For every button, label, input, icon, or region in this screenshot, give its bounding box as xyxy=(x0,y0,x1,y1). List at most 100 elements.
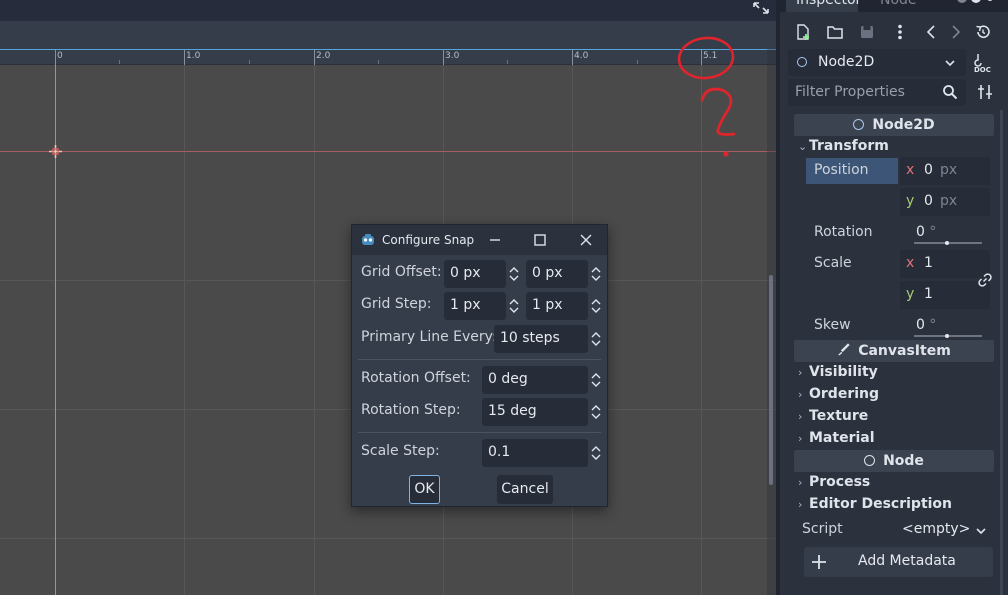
horizontal-ruler[interactable]: 0 1.0 2.0 3.0 4.0 5.1 xyxy=(0,49,776,65)
spin-arrows-icon[interactable] xyxy=(590,264,602,284)
category-transform[interactable]: ⌄ Transform xyxy=(798,138,998,154)
open-folder-icon[interactable] xyxy=(826,23,844,41)
primary-line-input[interactable]: 10 steps xyxy=(494,325,588,353)
inspector-scrollbar[interactable] xyxy=(1000,110,1003,595)
node-icon xyxy=(864,455,876,466)
section-canvasitem-label: CanvasItem xyxy=(858,343,951,359)
viewport-scrollbar[interactable] xyxy=(769,275,773,485)
chevron-right-icon: › xyxy=(798,410,803,423)
node2d-origin-icon[interactable] xyxy=(48,144,63,159)
grid-step-x-value: 1 px xyxy=(450,297,481,313)
section-node2d[interactable]: Node2D xyxy=(794,114,994,136)
spin-arrows-icon[interactable] xyxy=(590,329,602,349)
category-editor-description-label: Editor Description xyxy=(809,496,953,512)
skew-value[interactable]: 0 ° xyxy=(916,317,936,333)
script-value[interactable]: <empty> xyxy=(902,521,970,537)
category-ordering[interactable]: › Ordering xyxy=(798,386,998,402)
scale-step-value: 0.1 xyxy=(488,444,511,460)
node2d-icon xyxy=(853,119,865,130)
position-unit: px xyxy=(940,193,958,209)
grid-offset-label: Grid Offset: xyxy=(361,264,442,280)
skew-slider-knob[interactable] xyxy=(945,334,949,338)
search-icon xyxy=(943,85,958,100)
viewport-toolbar xyxy=(0,21,776,49)
spin-arrows-icon[interactable] xyxy=(590,402,602,422)
rotation-slider-knob[interactable] xyxy=(945,241,949,245)
tab-node[interactable]: Node xyxy=(880,0,917,8)
category-visibility-label: Visibility xyxy=(809,364,878,380)
spin-arrows-icon[interactable] xyxy=(508,264,520,284)
grid-offset-y-value: 0 px xyxy=(532,265,563,281)
rotation-offset-label: Rotation Offset: xyxy=(361,370,471,386)
help-doc-icon[interactable]: DOC xyxy=(972,53,994,73)
skew-label: Skew xyxy=(814,317,851,333)
spin-arrows-icon[interactable] xyxy=(590,370,602,390)
dialog-title: Configure Snap xyxy=(382,233,475,247)
category-editor-description[interactable]: › Editor Description xyxy=(798,496,998,512)
grid-offset-x-input[interactable]: 0 px xyxy=(444,260,506,288)
category-texture[interactable]: › Texture xyxy=(798,408,998,424)
spin-arrows-icon[interactable] xyxy=(590,443,602,463)
spin-arrows-icon[interactable] xyxy=(590,296,602,316)
rotation-offset-input[interactable]: 0 deg xyxy=(482,366,588,394)
section-canvasitem[interactable]: CanvasItem xyxy=(794,340,994,362)
maximize-icon[interactable] xyxy=(531,231,549,249)
category-ordering-label: Ordering xyxy=(809,386,880,402)
position-x-value: 0 xyxy=(924,162,933,178)
x-axis-line xyxy=(0,151,776,152)
chevron-right-icon: › xyxy=(798,498,803,511)
grid-offset-x-value: 0 px xyxy=(450,265,481,281)
chevron-down-icon xyxy=(945,60,955,67)
category-process-label: Process xyxy=(809,474,871,490)
ruler-label: 4.0 xyxy=(574,51,589,61)
rotation-step-input[interactable]: 15 deg xyxy=(482,398,588,426)
link-icon[interactable] xyxy=(977,272,993,288)
grid-step-y-input[interactable]: 1 px xyxy=(526,292,588,320)
add-metadata-label: Add Metadata xyxy=(858,553,956,569)
close-icon[interactable] xyxy=(577,231,595,249)
object-selector-value: Node2D xyxy=(818,54,875,70)
chevron-down-icon: ⌄ xyxy=(798,140,808,153)
grid-step-x-input[interactable]: 1 px xyxy=(444,292,506,320)
new-resource-icon[interactable] xyxy=(794,23,812,41)
brush-icon xyxy=(838,343,850,356)
ok-button[interactable]: OK xyxy=(409,475,440,504)
chevron-down-icon[interactable] xyxy=(975,525,987,537)
grid-offset-y-input[interactable]: 0 px xyxy=(526,260,588,288)
position-y-value: 0 xyxy=(924,193,933,209)
scale-step-input[interactable]: 0.1 xyxy=(482,439,588,467)
rotation-value[interactable]: 0 ° xyxy=(916,224,936,240)
save-icon[interactable] xyxy=(858,23,876,41)
category-material[interactable]: › Material xyxy=(798,430,998,446)
forward-icon[interactable] xyxy=(946,23,964,41)
position-unit: px xyxy=(940,162,958,178)
viewport-topbar xyxy=(0,0,776,21)
inspector-toolbar xyxy=(780,18,1008,46)
tools-icon[interactable] xyxy=(976,83,994,101)
category-visibility[interactable]: › Visibility xyxy=(798,364,998,380)
position-label: Position xyxy=(814,162,869,178)
back-icon[interactable] xyxy=(923,23,941,41)
section-node[interactable]: Node xyxy=(794,450,994,472)
configure-snap-dialog: Configure Snap Grid Offset: 0 px 0 px Gr… xyxy=(351,224,608,507)
category-process[interactable]: › Process xyxy=(798,474,998,490)
more-options-icon[interactable] xyxy=(891,23,909,41)
position-x-field[interactable]: x 0 px xyxy=(900,157,990,185)
spin-arrows-icon[interactable] xyxy=(508,296,520,316)
position-y-field[interactable]: y 0 px xyxy=(900,188,990,216)
filter-properties-input[interactable]: Filter Properties xyxy=(788,79,966,106)
minimize-icon[interactable] xyxy=(486,231,504,249)
history-icon[interactable] xyxy=(974,23,992,41)
chevron-right-icon: › xyxy=(798,388,803,401)
dock-options-icon[interactable] xyxy=(954,0,994,8)
tab-inspector[interactable]: Inspector xyxy=(786,0,861,12)
axis-x-label: x xyxy=(906,162,915,178)
object-selector[interactable]: Node2D xyxy=(788,49,966,76)
add-metadata-button[interactable]: Add Metadata xyxy=(804,547,993,577)
cancel-button[interactable]: Cancel xyxy=(497,475,553,504)
script-label: Script xyxy=(802,521,843,537)
scale-y-value: 1 xyxy=(924,286,933,302)
dialog-titlebar[interactable]: Configure Snap xyxy=(352,225,607,255)
primary-line-label: Primary Line Every: xyxy=(361,329,497,345)
distraction-free-icon[interactable] xyxy=(752,1,770,15)
